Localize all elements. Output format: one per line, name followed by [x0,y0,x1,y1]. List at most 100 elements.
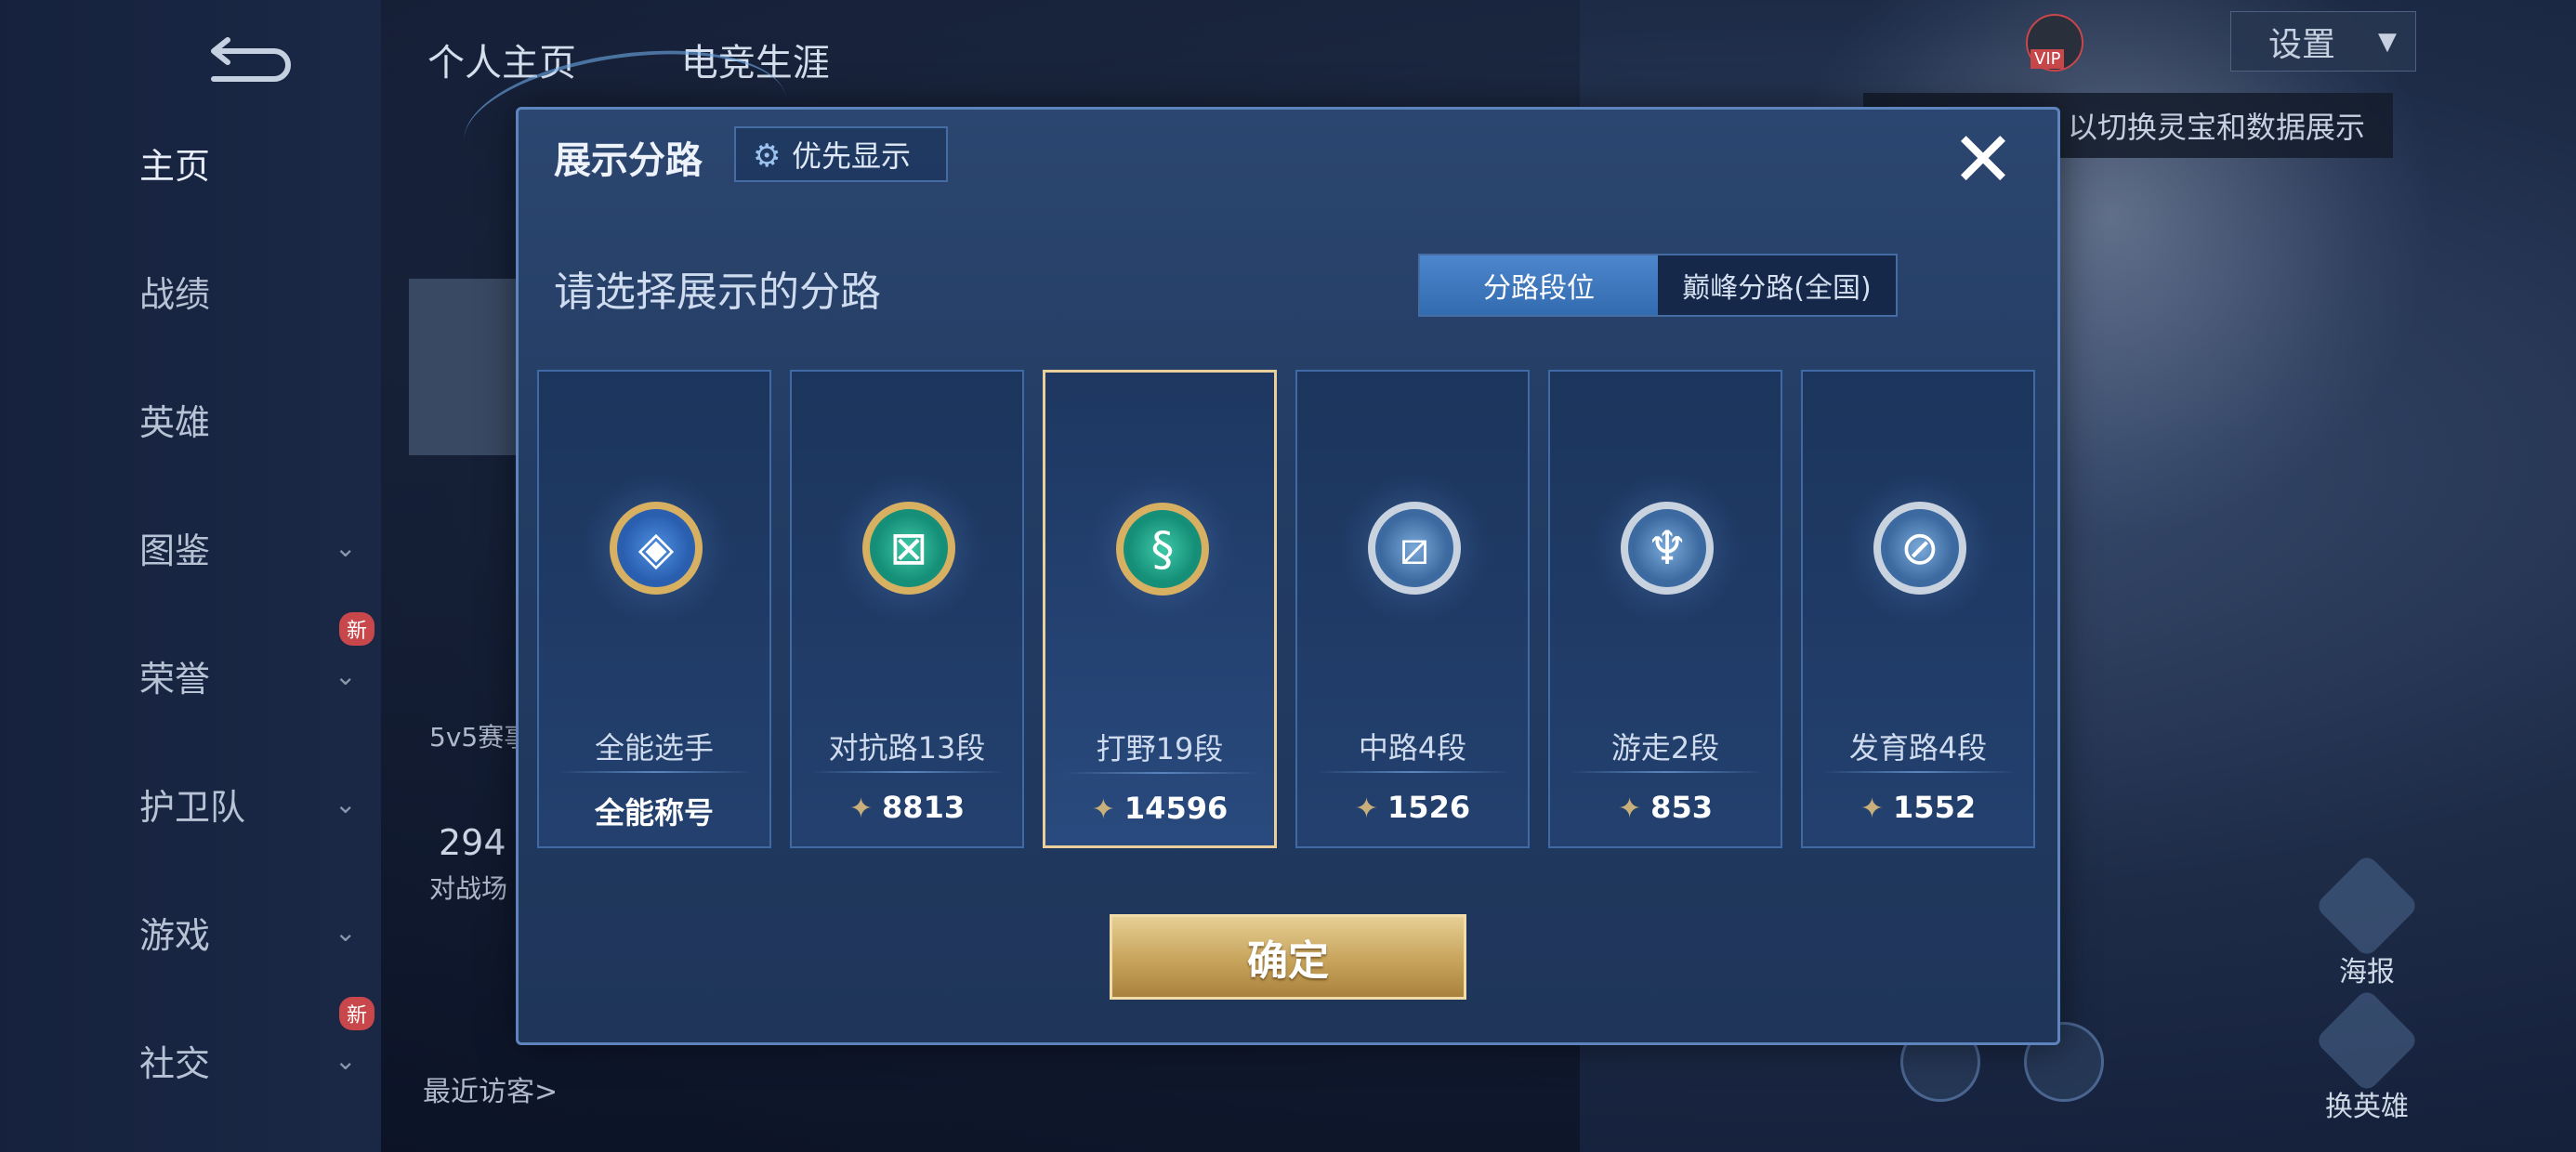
vip-label: VIP [2031,49,2065,69]
divider [558,771,753,773]
lane-card-score-value: 853 [1650,790,1713,825]
lane-card-score-value: 8813 [882,790,966,825]
lane-card-score: ✦ 853 [1550,790,1781,825]
sidebar-item[interactable]: 主页 [139,135,362,190]
power-points-icon: ✦ [1091,793,1115,826]
divider [1064,772,1259,774]
back-arrow-icon[interactable] [195,33,297,88]
profile-photo-card[interactable] [409,279,520,455]
lane-card-name: 全能选手 [594,730,714,766]
modal-title: 展示分路 [554,139,703,182]
divider [1316,771,1511,773]
display-lane-modal: 展示分路 ⚙ 优先显示 ✕ 请选择展示的分路 分路段位 巅峰分路(全国) ◈ 全能… [454,32,2060,1045]
lane-card-score: ✦ 14596 [1045,791,1274,826]
new-badge: 新 [339,612,375,646]
lane-card-score-value: 1526 [1387,790,1471,825]
lane-card-score: 全能称号 [539,790,769,832]
lane-card-name: 打野19段 [1096,731,1224,766]
jungle-emblem-icon: § [1116,503,1209,596]
lane-card[interactable]: ⊘ 发育路4段 ✦ 1552 [1801,370,2035,848]
emblem-halo: ⧄ [1340,474,1489,622]
divider [1569,771,1764,773]
gear-icon: ⚙ [753,137,782,175]
chevron-down-icon: ⌄ [335,916,357,948]
emblem-halo: ◈ [582,474,730,622]
sidebar-item[interactable]: 游戏 ⌄ [139,904,362,960]
left-sidebar: 主页 战绩 英雄 图鉴 ⌄ 荣誉 ⌄ 新护卫队 ⌄ 游戏 ⌄ 社交 ⌄ 新 [0,0,381,1152]
lane-card-score-value: 全能称号 [594,795,714,831]
matches-count: 294 [439,822,506,863]
modal-subtitle: 请选择展示的分路 [554,268,881,316]
lane-card-name: 中路4段 [1358,730,1467,766]
chevron-down-icon: ⌄ [335,1044,357,1076]
all-round-emblem-icon: ◈ [610,502,703,595]
swap-hero-label: 换英雄 [2325,1091,2409,1123]
lane-card[interactable]: ◈ 全能选手全能称号 [537,370,771,848]
sidebar-item[interactable]: 英雄 [139,391,362,447]
lane-card-score: ✦ 1526 [1297,790,1528,825]
vip-area[interactable]: VIP [2026,14,2212,72]
sidebar-item-label: 社交 [139,1042,211,1084]
clash-lane-emblem-icon: ⊠ [862,502,955,595]
sidebar-item-label: 战绩 [139,273,211,315]
sidebar-item-label: 荣誉 [139,658,211,700]
chevron-down-icon: ⌄ [335,788,357,819]
sidebar-item[interactable]: 社交 ⌄ 新 [139,997,375,1088]
sidebar-item-label: 英雄 [139,401,211,443]
settings-label: 设置 [2268,25,2336,64]
segment-toggle: 分路段位 巅峰分路(全国) [1418,254,1898,317]
recent-visitors-link[interactable]: 最近访客> [423,1068,558,1109]
sidebar-item[interactable]: 战绩 [139,263,362,319]
lane-card[interactable]: ⊠ 对抗路13段 ✦ 8813 [790,370,1024,848]
sidebar-item-label: 图鉴 [139,530,211,571]
lane-card-score-value: 1552 [1893,790,1977,825]
emblem-halo: ⊘ [1846,474,1994,622]
sidebar-item[interactable]: 荣誉 ⌄ 新 [139,612,375,703]
poster-label: 海报 [2339,956,2395,988]
chevron-down-icon: ▼ [2378,27,2397,56]
sidebar-item[interactable]: 图鉴 ⌄ [139,519,362,575]
lane-card-score: ✦ 1552 [1803,790,2033,825]
matches-label: 对战场 [429,873,508,904]
lane-card-name: 游走2段 [1610,730,1720,766]
emblem-halo: § [1088,475,1237,623]
priority-display-button[interactable]: ⚙ 优先显示 [734,126,948,182]
divider [810,771,1005,773]
poster-button[interactable]: 海报 [2311,853,2423,989]
lane-card-score: ✦ 8813 [792,790,1022,825]
farm-lane-emblem-icon: ⊘ [1873,502,1966,595]
sidebar-item-label: 游戏 [139,914,211,956]
sidebar-item-label: 护卫队 [139,786,246,828]
divider [1821,771,2017,773]
chevron-down-icon: ⌄ [335,531,357,563]
chevron-down-icon: ⌄ [335,660,357,691]
tab-peak-lane[interactable]: 巅峰分路(全国) [1658,255,1896,315]
power-points-icon: ✦ [848,792,874,825]
mode-label: 5v5赛事 [429,722,531,753]
lane-card-name: 对抗路13段 [828,730,986,766]
power-points-icon: ✦ [1354,792,1379,825]
mid-lane-emblem-icon: ⧄ [1368,502,1461,595]
lane-card[interactable]: § 打野19段 ✦ 14596 [1043,370,1277,848]
emblem-halo: ♆ [1593,474,1741,622]
new-badge: 新 [339,997,375,1030]
sidebar-item-label: 主页 [139,145,211,187]
lane-card[interactable]: ⧄ 中路4段 ✦ 1526 [1295,370,1530,848]
settings-dropdown[interactable]: 设置 ▼ [2230,11,2416,72]
priority-display-label: 优先显示 [792,138,912,174]
power-points-icon: ✦ [1618,792,1642,825]
poster-icon [2314,853,2420,959]
roam-emblem-icon: ♆ [1621,502,1714,595]
power-points-icon: ✦ [1860,792,1885,825]
lane-card-name: 发育路4段 [1848,730,1988,766]
lane-card-score-value: 14596 [1124,791,1229,826]
emblem-halo: ⊠ [835,474,983,622]
swap-hero-icon [2314,988,2420,1093]
swap-hero-button[interactable]: 换英雄 [2311,988,2423,1124]
lane-card[interactable]: ♆ 游走2段 ✦ 853 [1548,370,1782,848]
tip-text: 以切换灵宝和数据展示 [2067,110,2365,145]
close-button[interactable]: ✕ [1946,123,2020,199]
confirm-button[interactable]: 确定 [1110,914,1466,1000]
sidebar-item[interactable]: 护卫队 ⌄ [139,776,362,831]
tab-lane-rank[interactable]: 分路段位 [1420,255,1658,315]
